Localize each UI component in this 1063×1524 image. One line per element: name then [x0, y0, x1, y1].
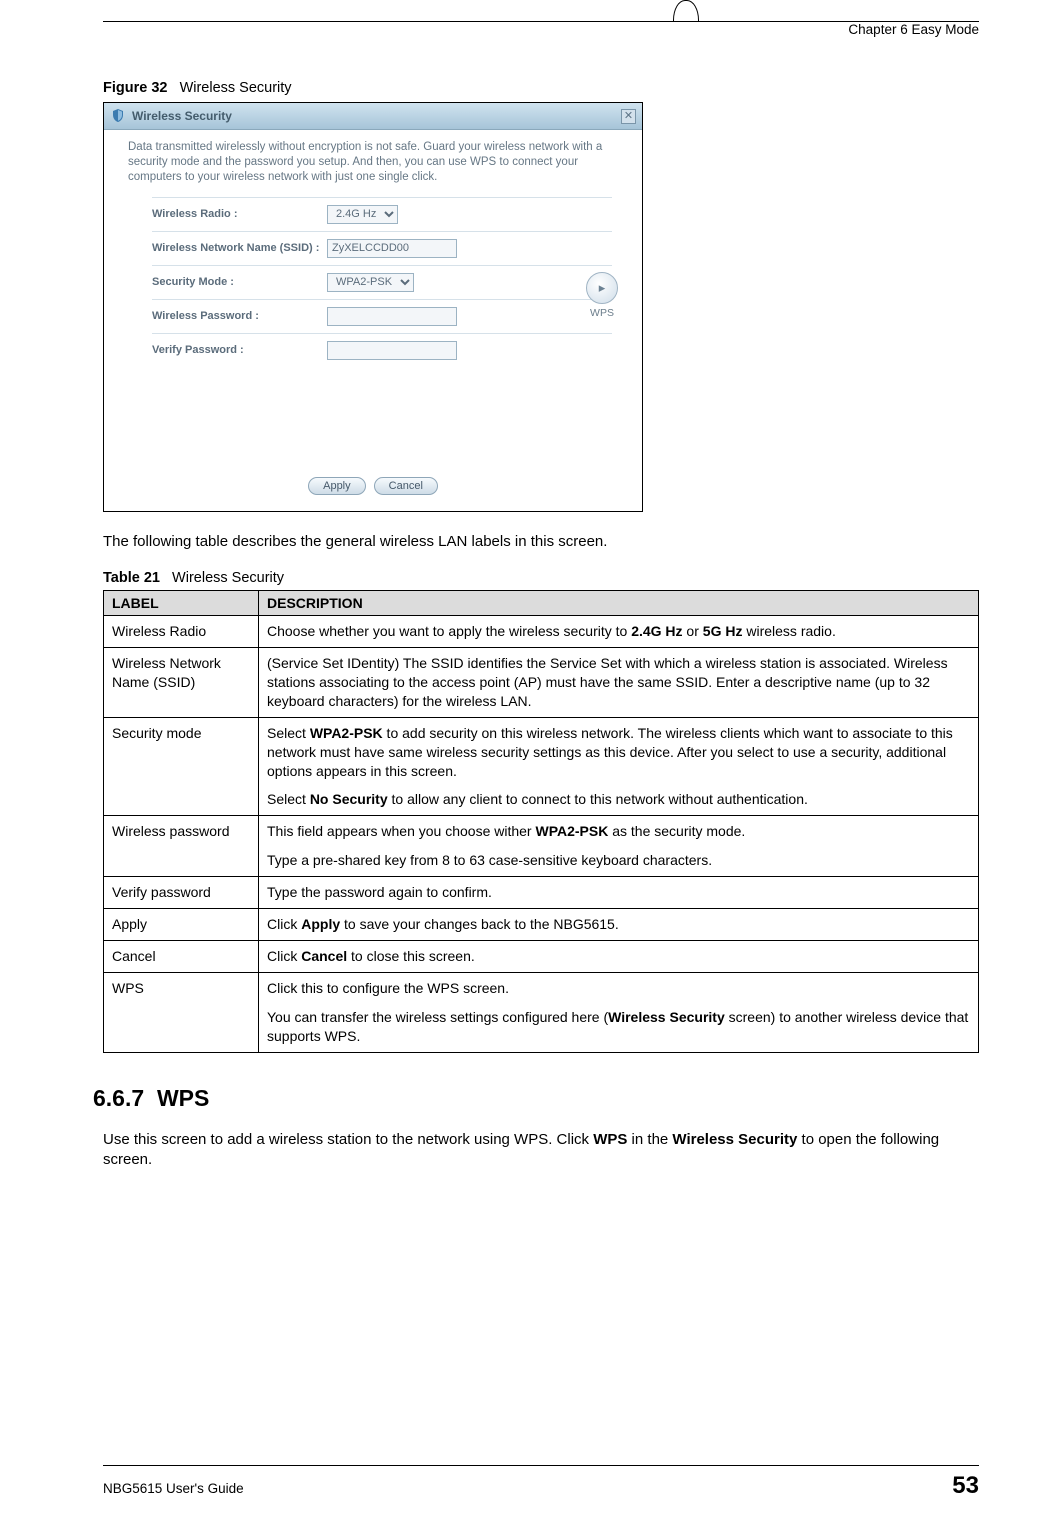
dialog-title: Wireless Security — [132, 109, 621, 123]
apply-button[interactable]: Apply — [308, 477, 366, 495]
table-header-label: LABEL — [104, 591, 259, 616]
table-row: Wireless Network Name (SSID) (Service Se… — [104, 648, 979, 718]
wireless-radio-label: Wireless Radio : — [152, 208, 327, 220]
wireless-password-label: Wireless Password : — [152, 310, 327, 322]
dialog-header: Wireless Security ✕ — [104, 103, 642, 130]
row-desc: Click this to configure the WPS screen. … — [259, 972, 979, 1052]
row-label: WPS — [104, 972, 259, 1052]
table-row: Wireless password This field appears whe… — [104, 816, 979, 877]
section-heading: 6.6.7 WPS — [93, 1085, 979, 1112]
row-desc: Select WPA2-PSK to add security on this … — [259, 717, 979, 816]
chapter-title: Chapter 6 Easy Mode — [848, 22, 979, 37]
verify-password-label: Verify Password : — [152, 344, 327, 356]
footer-page-number: 53 — [952, 1472, 979, 1500]
ssid-input[interactable] — [327, 239, 457, 258]
table-label: Table 21 — [103, 570, 160, 586]
row-desc: This field appears when you choose withe… — [259, 816, 979, 877]
security-mode-label: Security Mode : — [152, 276, 327, 288]
row-desc: (Service Set IDentity) The SSID identifi… — [259, 648, 979, 718]
close-icon[interactable]: ✕ — [621, 109, 636, 124]
wps-arrow-icon: ▸ — [586, 272, 618, 304]
wps-button[interactable]: ▸ WPS — [580, 272, 624, 319]
table-row: Security mode Select WPA2-PSK to add sec… — [104, 717, 979, 816]
figure-caption: Figure 32 Wireless Security — [103, 80, 979, 96]
verify-password-input[interactable] — [327, 341, 457, 360]
row-desc: Type the password again to confirm. — [259, 877, 979, 909]
wps-label: WPS — [580, 307, 624, 319]
wireless-radio-select[interactable]: 2.4G Hz — [327, 205, 398, 224]
row-label: Verify password — [104, 877, 259, 909]
table-title: Wireless Security — [172, 570, 284, 586]
table-row: Wireless Radio Choose whether you want t… — [104, 616, 979, 648]
wireless-password-input[interactable] — [327, 307, 457, 326]
row-label: Wireless password — [104, 816, 259, 877]
wireless-security-table: LABEL DESCRIPTION Wireless Radio Choose … — [103, 590, 979, 1052]
table-row: WPS Click this to configure the WPS scre… — [104, 972, 979, 1052]
table-header-description: DESCRIPTION — [259, 591, 979, 616]
row-label: Wireless Radio — [104, 616, 259, 648]
section-title: WPS — [157, 1085, 209, 1111]
section-number: 6.6.7 — [93, 1085, 144, 1111]
row-desc: Click Cancel to close this screen. — [259, 940, 979, 972]
figure-title: Wireless Security — [180, 80, 292, 96]
cancel-button[interactable]: Cancel — [374, 477, 438, 495]
section-paragraph: Use this screen to add a wireless statio… — [103, 1130, 979, 1171]
row-desc: Click Apply to save your changes back to… — [259, 909, 979, 941]
row-label: Wireless Network Name (SSID) — [104, 648, 259, 718]
row-label: Cancel — [104, 940, 259, 972]
shield-icon — [110, 108, 126, 124]
table-row: Cancel Click Cancel to close this screen… — [104, 940, 979, 972]
figure-label: Figure 32 — [103, 80, 167, 96]
row-desc: Choose whether you want to apply the wir… — [259, 616, 979, 648]
row-label: Security mode — [104, 717, 259, 816]
ssid-label: Wireless Network Name (SSID) : — [152, 242, 327, 254]
row-label: Apply — [104, 909, 259, 941]
table-row: Apply Click Apply to save your changes b… — [104, 909, 979, 941]
wireless-security-dialog: Wireless Security ✕ Data transmitted wir… — [103, 102, 643, 512]
security-mode-select[interactable]: WPA2-PSK — [327, 273, 414, 292]
dialog-intro-text: Data transmitted wirelessly without encr… — [128, 140, 624, 185]
footer-guide-name: NBG5615 User's Guide — [103, 1481, 244, 1496]
table-row: Verify password Type the password again … — [104, 877, 979, 909]
table-intro-paragraph: The following table describes the genera… — [103, 532, 979, 552]
table-caption: Table 21 Wireless Security — [103, 570, 979, 586]
